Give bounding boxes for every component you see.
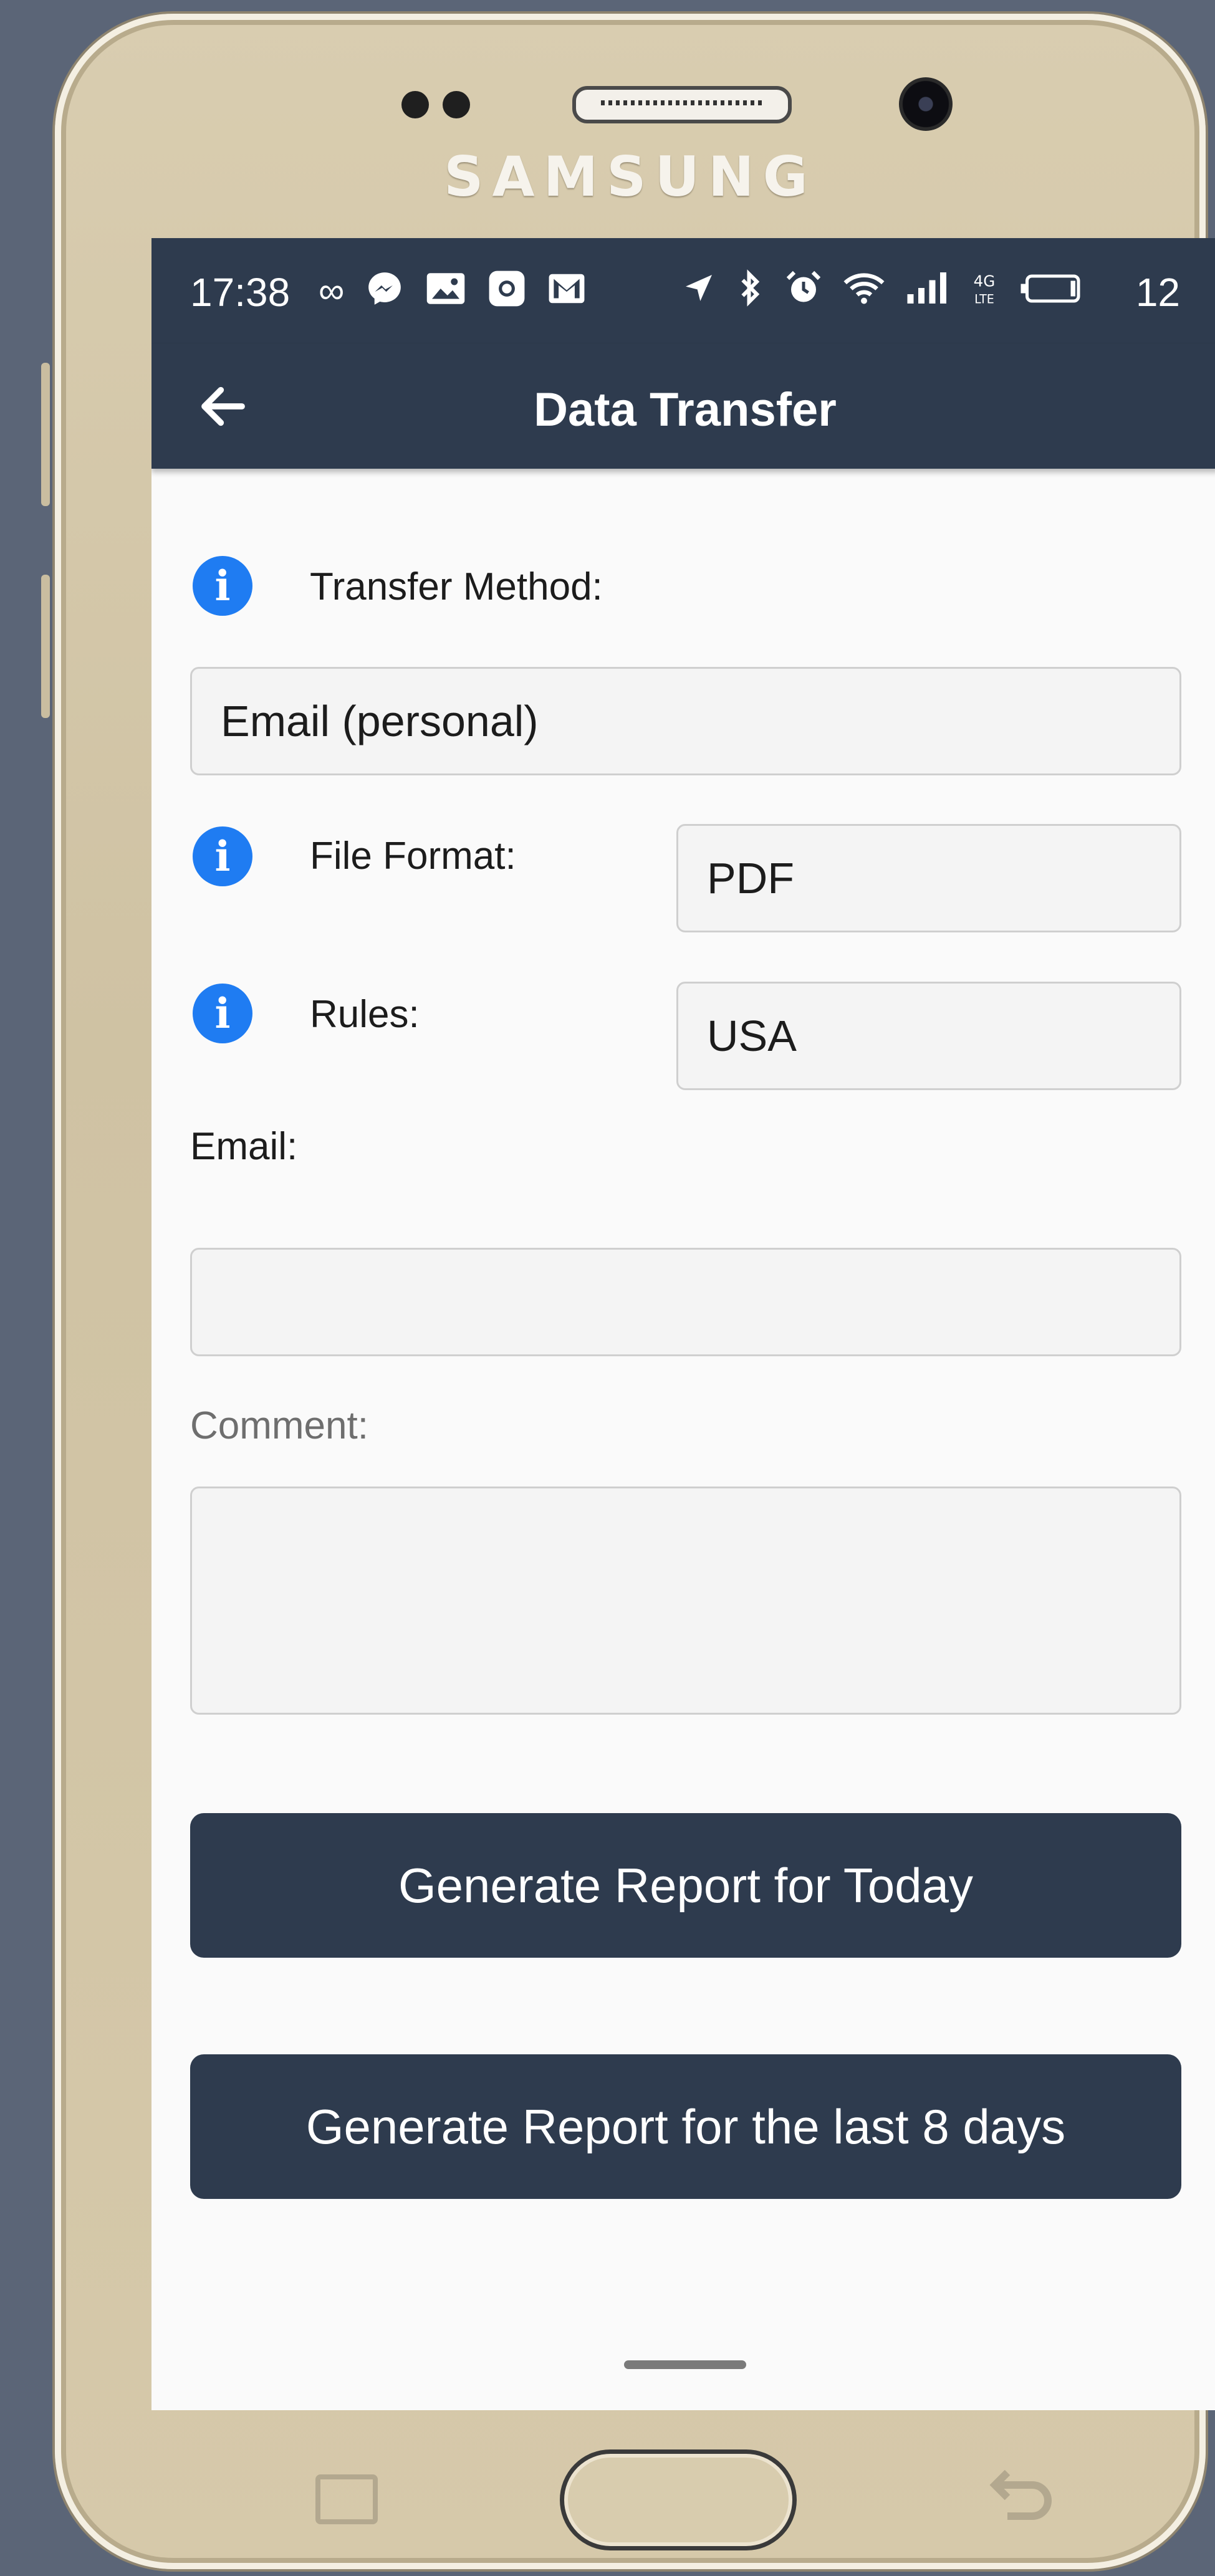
battery-icon bbox=[1019, 271, 1082, 315]
file-format-select[interactable]: PDF bbox=[676, 824, 1181, 932]
sensor-dot bbox=[401, 91, 429, 118]
generate-today-button[interactable]: Generate Report for Today bbox=[190, 1813, 1181, 1958]
page-title: Data Transfer bbox=[534, 383, 837, 436]
app-bar: Data Transfer bbox=[151, 344, 1215, 469]
volume-down-button[interactable] bbox=[41, 575, 50, 718]
messenger-icon bbox=[365, 269, 404, 318]
home-button[interactable] bbox=[560, 2449, 797, 2550]
infinity-icon: ∞ bbox=[319, 271, 345, 311]
svg-text:4G: 4G bbox=[974, 272, 996, 290]
battery-percent: 12 bbox=[1135, 270, 1180, 315]
comment-textarea[interactable] bbox=[190, 1487, 1181, 1715]
info-icon[interactable]: i bbox=[193, 826, 252, 886]
wifi-icon bbox=[843, 271, 885, 315]
generate-last-8-days-button[interactable]: Generate Report for the last 8 days bbox=[190, 2054, 1181, 2199]
sensor-dot bbox=[443, 91, 470, 118]
svg-text:LTE: LTE bbox=[974, 292, 994, 307]
4g-lte-icon: 4G LTE bbox=[971, 269, 998, 317]
image-icon bbox=[425, 269, 466, 318]
instagram-icon bbox=[487, 269, 526, 318]
system-icons: 4G LTE bbox=[681, 269, 1082, 317]
transfer-method-select[interactable]: Email (personal) bbox=[190, 667, 1181, 775]
front-camera bbox=[899, 77, 953, 131]
email-input[interactable] bbox=[190, 1248, 1181, 1356]
recent-apps-icon[interactable] bbox=[315, 2474, 378, 2524]
status-bar: 17:38 ∞ 4G LTE 12 bbox=[151, 238, 1215, 344]
file-format-label: File Format: bbox=[310, 835, 516, 878]
email-label: Email: bbox=[190, 1125, 298, 1168]
location-arrow-icon bbox=[681, 271, 716, 315]
rules-select[interactable]: USA bbox=[676, 982, 1181, 1090]
phone-frame: SAMSUNG 17:38 ∞ 4G LTE 12 Data Transfer … bbox=[41, 14, 1215, 2569]
gmail-icon bbox=[547, 269, 586, 318]
screen: 17:38 ∞ 4G LTE 12 Data Transfer i Transf… bbox=[151, 238, 1215, 2410]
comment-label: Comment: bbox=[190, 1404, 368, 1447]
home-indicator[interactable] bbox=[624, 2360, 746, 2369]
rules-label: Rules: bbox=[310, 993, 420, 1036]
bluetooth-icon bbox=[737, 269, 764, 317]
alarm-icon bbox=[785, 269, 822, 317]
status-time: 17:38 bbox=[190, 270, 291, 315]
notification-icons: ∞ bbox=[319, 269, 586, 318]
info-icon[interactable]: i bbox=[193, 984, 252, 1043]
transfer-method-label: Transfer Method: bbox=[310, 565, 603, 608]
brand-logo: SAMSUNG bbox=[444, 145, 817, 209]
volume-up-button[interactable] bbox=[41, 363, 50, 506]
info-icon[interactable]: i bbox=[193, 556, 252, 616]
earpiece-speaker bbox=[572, 86, 792, 123]
back-icon[interactable] bbox=[982, 2466, 1057, 2529]
signal-icon bbox=[906, 271, 949, 315]
